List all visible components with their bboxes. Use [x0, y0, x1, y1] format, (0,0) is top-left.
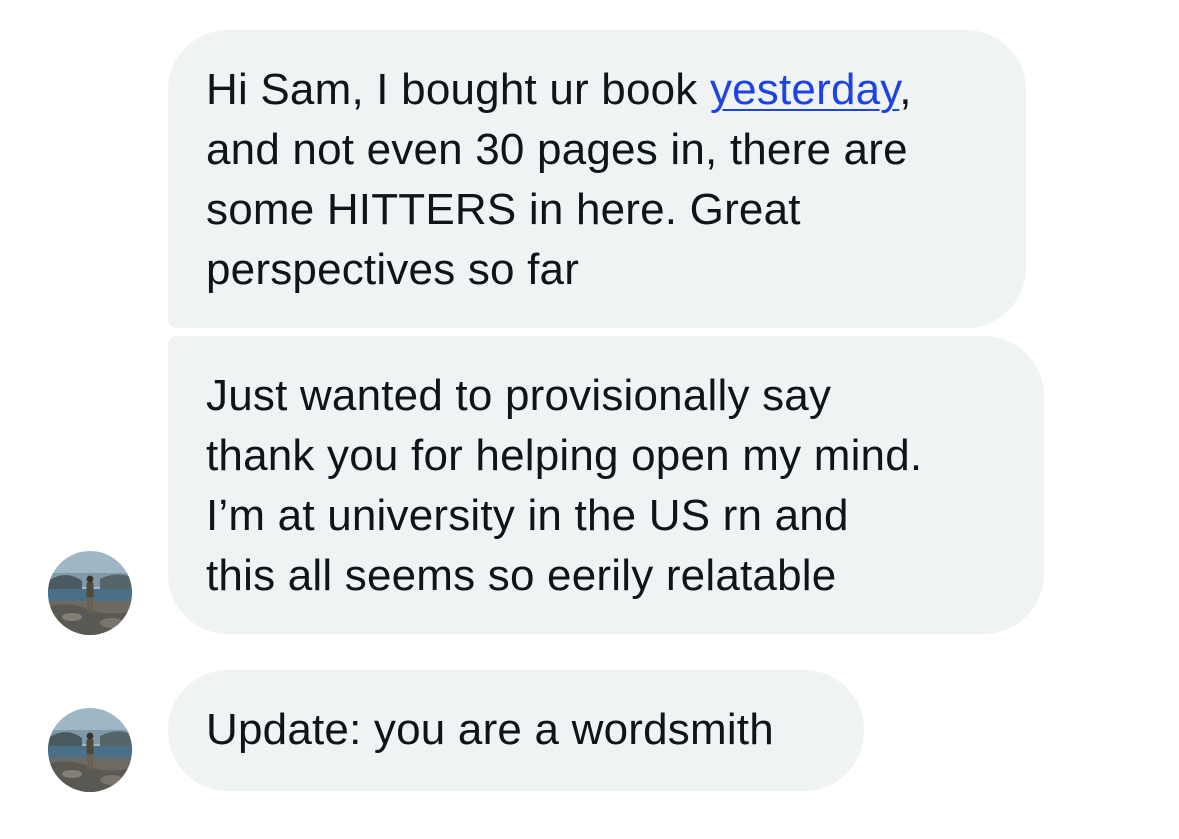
date-link[interactable]: yesterday [710, 65, 899, 114]
sender-avatar[interactable] [48, 551, 132, 635]
user-avatar-photo-icon [48, 708, 132, 792]
message-line: Update: you are a wordsmith [206, 705, 774, 754]
message-line: Hi Sam, I bought ur book yesterday, [206, 60, 990, 120]
message-line: this all seems so eerily relatable [206, 551, 837, 600]
sender-avatar[interactable] [48, 708, 132, 792]
message-line: thank you for helping open my mind. [206, 431, 923, 480]
message-bubble-1[interactable]: Hi Sam, I bought ur book yesterday, and … [168, 30, 1026, 328]
message-text: , [899, 65, 912, 114]
message-line: Just wanted to provisionally say [206, 371, 832, 420]
message-text: Hi Sam, I bought ur book [206, 65, 710, 114]
message-line: and not even 30 pages in, there are [206, 125, 908, 174]
message-line: perspectives so far [206, 245, 580, 294]
message-line: some HITTERS in here. Great [206, 185, 801, 234]
user-avatar-photo-icon [48, 551, 132, 635]
message-line: I’m at university in the US rn and [206, 491, 849, 540]
message-bubble-2[interactable]: Just wanted to provisionally say thank y… [168, 336, 1044, 634]
message-bubble-3[interactable]: Update: you are a wordsmith [168, 670, 864, 791]
